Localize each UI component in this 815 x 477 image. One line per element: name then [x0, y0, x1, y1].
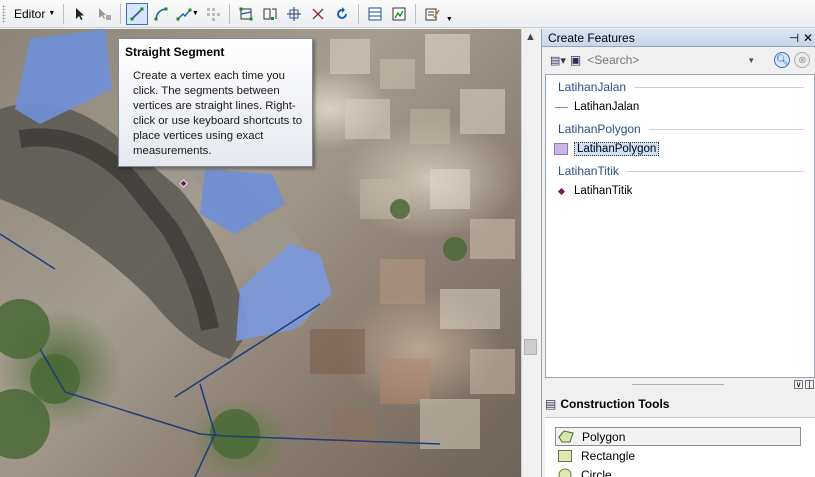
annotation-pointer-icon [99, 7, 112, 20]
construction-tool-rectangle[interactable]: Rectangle [545, 446, 815, 465]
construction-tool-circle[interactable]: Circle [545, 465, 815, 477]
template-properties-icon[interactable]: ▣ [570, 53, 581, 67]
feature-templates-list: LatihanJalan LatihanJalan LatihanPolygon… [545, 74, 815, 378]
group-header: LatihanPolygon [546, 119, 814, 139]
template-label: LatihanTitik [574, 185, 633, 197]
point-symbol-icon [554, 185, 568, 197]
create-features-button[interactable] [421, 3, 443, 25]
template-label: LatihanJalan [574, 101, 640, 113]
group-divider [648, 128, 804, 130]
edit-vertices-button[interactable] [202, 3, 224, 25]
cut-polygons-icon [263, 8, 277, 20]
construction-tools-icon: ▤ [545, 397, 557, 411]
create-features-icon [425, 8, 440, 20]
construction-tool-label: Polygon [582, 429, 626, 444]
trace-button[interactable]: ▼ [174, 3, 200, 25]
toolbar-separator [63, 3, 65, 24]
arc-segment-button[interactable] [150, 3, 172, 25]
chevron-down-icon: ▼ [191, 10, 199, 17]
editor-menu-button[interactable]: Editor ▼ [10, 3, 59, 25]
toggle-pane-icon[interactable]: | [805, 380, 814, 389]
template-search-box[interactable]: ▼ [585, 51, 770, 69]
toolbar-separator [229, 3, 231, 24]
panel-title: Create Features [548, 30, 635, 45]
collapse-icon[interactable]: ∨ [794, 380, 803, 389]
template-item-selected[interactable]: LatihanPolygon [546, 139, 814, 159]
rotate-button[interactable] [331, 3, 353, 25]
sketch-properties-button[interactable] [388, 3, 410, 25]
group-header: LatihanTitik [546, 161, 814, 181]
panel-header: Create Features ⊣ ✕ [542, 29, 815, 47]
split-icon [287, 6, 302, 21]
arc-segment-icon [154, 7, 168, 20]
edit-annotation-button[interactable] [93, 3, 115, 25]
attributes-table-icon [368, 7, 382, 20]
create-features-panel: Create Features ⊣ ✕ ▤▾ ▣ ▼ 🔍︎ ⊗ LatihanJ… [541, 29, 815, 477]
close-icon[interactable]: ✕ [801, 31, 815, 45]
clear-search-icon[interactable]: ⊗ [794, 52, 811, 68]
attributes-button[interactable] [364, 3, 386, 25]
reshape-button[interactable] [235, 3, 257, 25]
sketch-properties-icon [392, 7, 406, 20]
vertices-icon [207, 7, 221, 21]
line-symbol-icon [554, 101, 568, 113]
construction-tool-label: Rectangle [581, 448, 636, 463]
chevron-down-icon[interactable]: ▼ [747, 56, 755, 65]
construction-tools-header: ▤ Construction Tools [545, 393, 669, 415]
splitter-buttons: ∨ | [794, 380, 814, 389]
template-item[interactable]: LatihanTitik [546, 181, 814, 201]
group-divider [626, 170, 804, 172]
cut-button[interactable] [307, 3, 329, 25]
polygon-symbol-icon [554, 143, 568, 155]
trace-icon [176, 8, 192, 20]
panel-toolbar: ▤▾ ▣ ▼ 🔍︎ ⊗ [542, 47, 815, 73]
scroll-up-icon[interactable]: ▲ [525, 31, 536, 43]
rotate-icon [337, 6, 348, 19]
straight-segment-icon [130, 7, 144, 20]
toolbar-overflow-button[interactable]: ▼ [444, 3, 454, 25]
split-button[interactable] [283, 3, 305, 25]
arrow-pointer-icon [76, 7, 85, 20]
construction-tool-polygon[interactable]: Polygon [555, 427, 801, 446]
organize-templates-icon[interactable]: ▤▾ [550, 54, 566, 67]
group-name: LatihanTitik [558, 164, 619, 178]
map-vertical-scrollbar[interactable]: ▲ [521, 29, 539, 477]
chevron-down-icon: ▼ [48, 10, 56, 17]
scissors-icon [312, 7, 324, 20]
template-label: LatihanPolygon [574, 142, 660, 156]
tooltip-title: Straight Segment [125, 45, 225, 59]
toolbar-grip[interactable] [2, 4, 6, 23]
toolbar-separator [120, 3, 122, 24]
construction-tools-list: Polygon Rectangle Circle [545, 417, 815, 477]
scroll-thumb[interactable] [524, 339, 537, 355]
panel-splitter[interactable]: ∨ | [542, 379, 815, 389]
template-item[interactable]: LatihanJalan [546, 97, 814, 117]
edit-tool-button[interactable] [69, 3, 91, 25]
toolbar-separator [358, 3, 360, 24]
splitter-grip[interactable] [632, 384, 724, 385]
group-name: LatihanPolygon [558, 122, 641, 136]
circle-tool-icon [557, 468, 573, 477]
editor-toolbar: Editor ▼ ▼ ▼ [0, 0, 815, 28]
construction-tools-title: Construction Tools [560, 397, 670, 411]
rectangle-tool-icon [557, 449, 573, 463]
group-header: LatihanJalan [546, 77, 814, 97]
group-divider [634, 86, 804, 88]
construction-tool-label: Circle [581, 467, 612, 477]
search-input[interactable] [587, 53, 738, 67]
search-icon[interactable]: 🔍︎ [774, 52, 791, 68]
cut-polygons-button[interactable] [259, 3, 281, 25]
editor-menu-label: Editor [14, 6, 46, 21]
pin-icon[interactable]: ⊣ [787, 31, 801, 45]
polygon-tool-icon [558, 429, 574, 444]
tooltip-body: Create a vertex each time you click. The… [133, 70, 303, 157]
straight-segment-button[interactable] [126, 2, 149, 25]
group-name: LatihanJalan [558, 80, 627, 94]
toolbar-separator [415, 3, 417, 24]
straight-segment-tooltip: Straight Segment Create a vertex each ti… [118, 38, 313, 167]
reshape-icon [239, 7, 253, 20]
